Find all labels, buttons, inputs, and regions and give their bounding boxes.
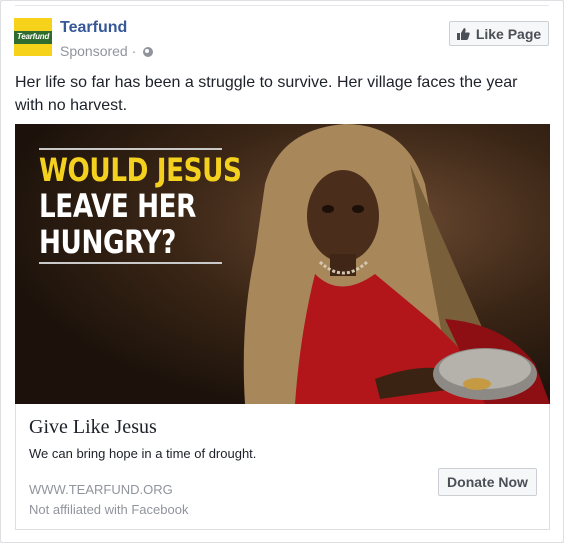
- headline-rule-top: [39, 148, 222, 150]
- divider: [15, 5, 549, 6]
- sponsored-label-row: Sponsored ·: [60, 43, 154, 59]
- sponsored-post-card: Tearfund Tearfund Sponsored · Like Page …: [0, 0, 564, 543]
- link-description: We can bring hope in a time of drought.: [29, 446, 257, 461]
- sponsored-label[interactable]: Sponsored: [60, 43, 128, 59]
- page-name-link[interactable]: Tearfund: [60, 19, 127, 37]
- headline-line-2: LEAVE HER: [39, 187, 196, 225]
- logo-text: Tearfund: [16, 32, 50, 41]
- link-domain: WWW.TEARFUND.ORG: [29, 482, 173, 497]
- thumbs-up-icon: [456, 27, 470, 40]
- headline-line-1: WOULD JESUS: [39, 151, 242, 189]
- donate-now-button[interactable]: Donate Now: [438, 468, 537, 496]
- hero-headline: WOULD JESUS LEAVE HER HUNGRY?: [39, 151, 242, 261]
- like-page-button[interactable]: Like Page: [449, 21, 549, 46]
- link-title[interactable]: Give Like Jesus: [29, 416, 157, 439]
- ad-image[interactable]: WOULD JESUS LEAVE HER HUNGRY?: [15, 124, 550, 404]
- like-page-label: Like Page: [475, 25, 542, 42]
- post-text: Her life so far has been a struggle to s…: [15, 74, 518, 114]
- headline-line-3: HUNGRY?: [39, 223, 176, 261]
- link-preview[interactable]: Give Like Jesus We can bring hope in a t…: [15, 404, 550, 530]
- disclaimer: Not affiliated with Facebook: [29, 502, 189, 517]
- page-logo[interactable]: Tearfund: [14, 18, 52, 56]
- headline-rule-bottom: [39, 262, 222, 264]
- globe-icon: [143, 47, 154, 57]
- separator: ·: [127, 43, 141, 59]
